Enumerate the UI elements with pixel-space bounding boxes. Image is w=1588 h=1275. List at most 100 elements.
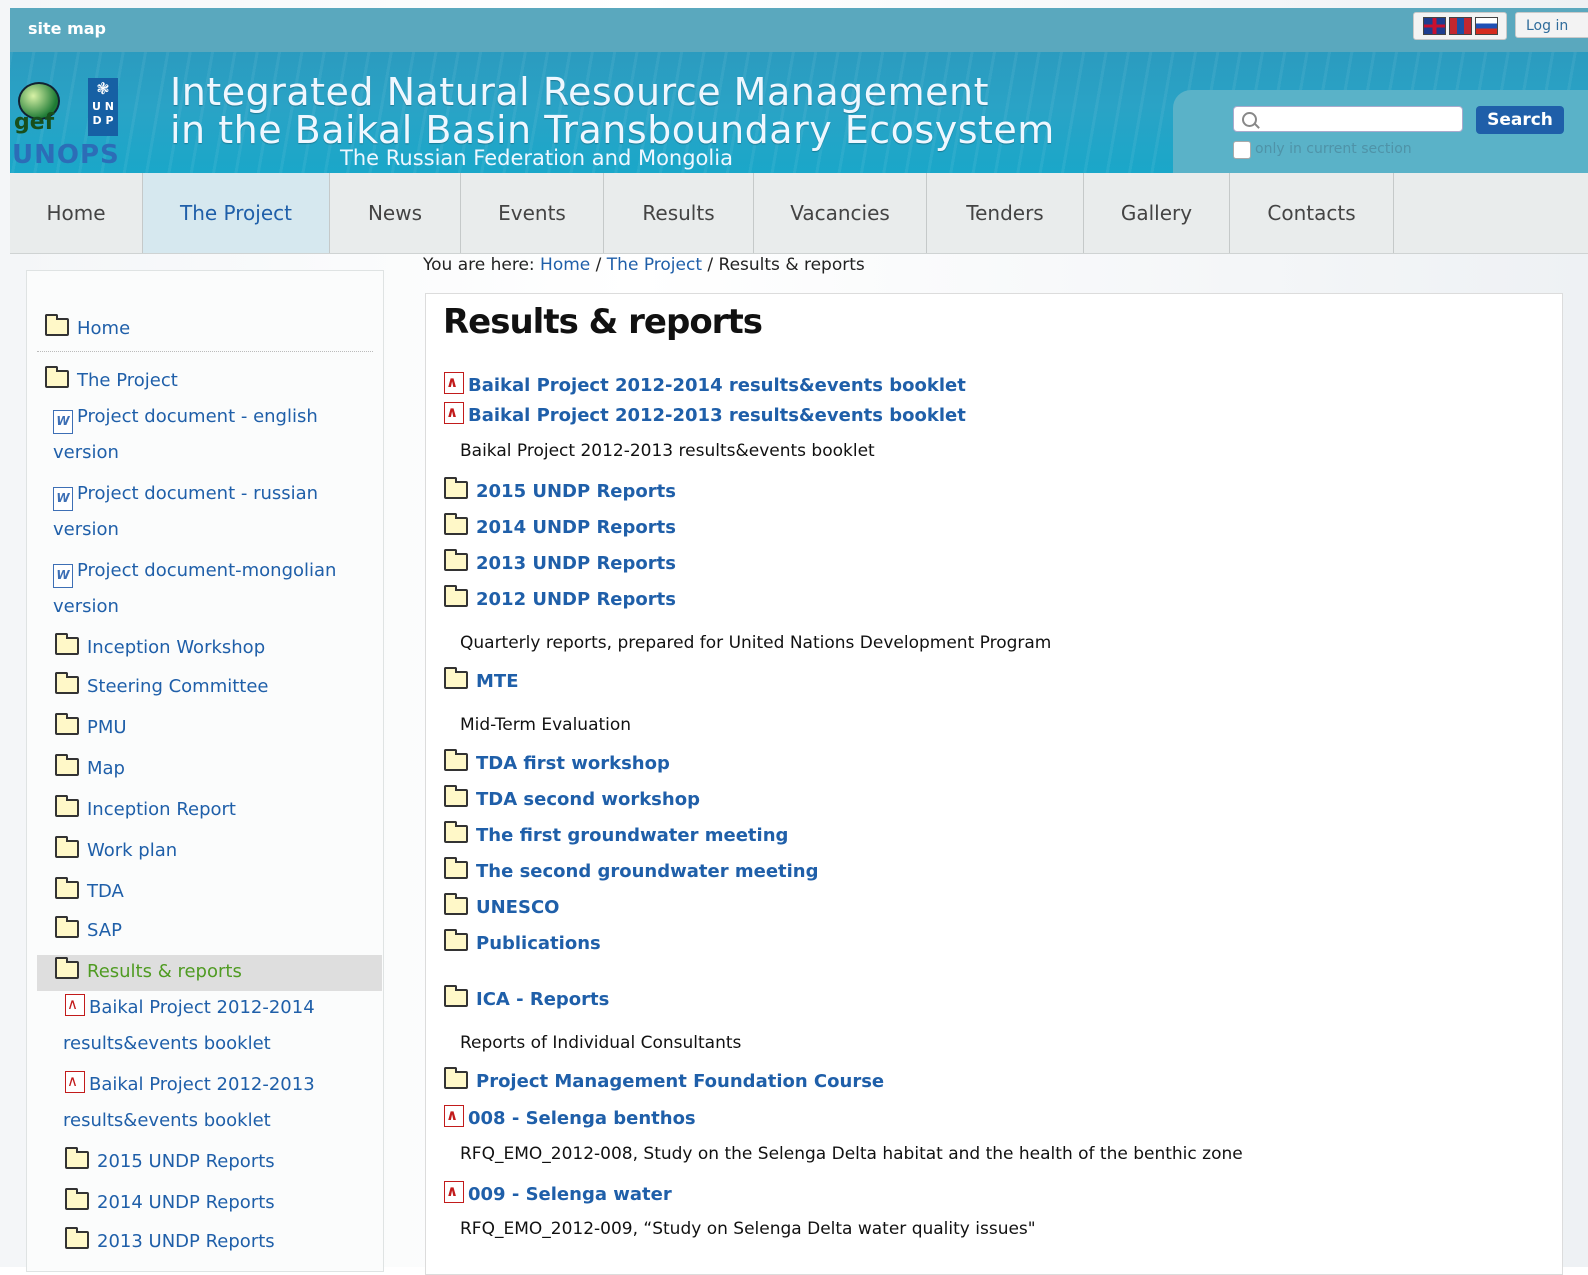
sidebar-item-booklet-2013[interactable]: Baikal Project 2012-2013 — [65, 1067, 315, 1103]
sidebar-item-label: Project document - english — [77, 406, 318, 427]
sidebar-item-doc-english-cont[interactable]: version — [53, 435, 119, 471]
tab-the-project[interactable]: The Project — [143, 173, 330, 253]
tab-gallery[interactable]: Gallery — [1084, 173, 1230, 253]
sidebar-item-doc-russian-cont[interactable]: version — [53, 512, 119, 548]
link-label: MTE — [476, 671, 519, 692]
link-label: Baikal Project 2012-2014 results&events … — [468, 375, 966, 396]
sidebar-item-label: Baikal Project 2012-2014 — [89, 997, 315, 1018]
folder-icon — [444, 549, 468, 571]
tab-news[interactable]: News — [330, 173, 461, 253]
pdf-icon — [444, 402, 464, 424]
file-008-selenga-benthos[interactable]: 008 - Selenga benthos — [444, 1105, 696, 1129]
tab-vacancies[interactable]: Vacancies — [754, 173, 927, 253]
sidebar-item-label: Baikal Project 2012-2013 — [89, 1074, 315, 1095]
sidebar-item-sap[interactable]: SAP — [55, 913, 122, 949]
booklet-2013-link[interactable]: Baikal Project 2012-2013 results&events … — [444, 402, 966, 426]
tab-tenders[interactable]: Tenders — [927, 173, 1084, 253]
sidebar-item-doc-mongolian[interactable]: W Project document-mongolian — [53, 553, 336, 589]
breadcrumb-home[interactable]: Home — [540, 255, 590, 275]
folder-2015-undp-reports[interactable]: 2015 UNDP Reports — [444, 477, 676, 502]
folder-icon — [444, 667, 468, 689]
link-label: ICA - Reports — [476, 989, 610, 1010]
folder-icon — [55, 672, 79, 694]
sidebar-item-doc-mongolian-cont[interactable]: version — [53, 589, 119, 625]
breadcrumb: You are here: Home / The Project / Resul… — [423, 255, 865, 275]
pdf-icon — [444, 372, 464, 394]
folder-publications[interactable]: Publications — [444, 929, 601, 954]
folder-icon — [45, 314, 69, 336]
link-label: Project Management Foundation Course — [476, 1071, 885, 1092]
folder-tda-first-workshop[interactable]: TDA first workshop — [444, 749, 670, 774]
sidebar-item-inception-workshop[interactable]: Inception Workshop — [55, 630, 265, 666]
undp-logo: ❃ U N D P — [88, 78, 118, 136]
folder-2014-undp-reports[interactable]: 2014 UNDP Reports — [444, 513, 676, 538]
link-label: 009 - Selenga water — [468, 1184, 672, 1205]
tab-contacts[interactable]: Contacts — [1230, 173, 1394, 253]
search-icon — [1242, 112, 1257, 127]
folder-second-groundwater-meeting[interactable]: The second groundwater meeting — [444, 857, 819, 882]
english-flag-icon[interactable] — [1422, 17, 1446, 35]
un-emblem-icon: ❃ — [96, 79, 110, 98]
sidebar-item-pmu[interactable]: PMU — [55, 710, 127, 746]
sidebar-item-home[interactable]: Home — [45, 311, 130, 347]
russian-flag-icon[interactable] — [1474, 17, 1498, 35]
sidebar-item-booklet-2014-cont[interactable]: results&events booklet — [63, 1026, 271, 1062]
top-bar: site map Log in — [10, 8, 1588, 52]
site-map-link[interactable]: site map — [28, 19, 106, 38]
sidebar-item-results-reports[interactable]: Results & reports — [55, 954, 242, 990]
folder-icon — [444, 1067, 468, 1089]
login-link[interactable]: Log in — [1515, 12, 1588, 38]
sidebar-item-map[interactable]: Map — [55, 751, 125, 787]
main-content: Results & reports Baikal Project 2012-20… — [425, 293, 1563, 1275]
sidebar-item-label: Project document-mongolian — [77, 560, 337, 581]
sidebar-item-doc-english[interactable]: W Project document - english — [53, 399, 318, 435]
language-selector — [1413, 12, 1507, 40]
sidebar-item-the-project[interactable]: The Project — [45, 363, 178, 399]
folder-mte[interactable]: MTE — [444, 667, 519, 692]
folder-project-management-course[interactable]: Project Management Foundation Course — [444, 1067, 885, 1092]
site-subtitle: The Russian Federation and Mongolia — [340, 146, 733, 170]
sidebar-item-doc-russian[interactable]: W Project document - russian — [53, 476, 318, 512]
folder-first-groundwater-meeting[interactable]: The first groundwater meeting — [444, 821, 788, 846]
mongolian-flag-icon[interactable] — [1448, 17, 1472, 35]
sidebar-item-2013-undp-reports[interactable]: 2013 UNDP Reports — [65, 1224, 275, 1260]
mte-description: Mid-Term Evaluation — [460, 715, 632, 735]
tab-home[interactable]: Home — [10, 173, 143, 253]
folder-icon — [65, 1227, 89, 1249]
sidebar-item-booklet-2014[interactable]: Baikal Project 2012-2014 — [65, 990, 315, 1026]
folder-icon — [444, 513, 468, 535]
sidebar-item-steering-committee[interactable]: Steering Committee — [55, 669, 269, 705]
sidebar-item-2014-undp-reports[interactable]: 2014 UNDP Reports — [65, 1185, 275, 1221]
only-current-section-checkbox[interactable] — [1233, 141, 1251, 159]
sidebar-item-2015-undp-reports[interactable]: 2015 UNDP Reports — [65, 1144, 275, 1180]
folder-ica-reports[interactable]: ICA - Reports — [444, 985, 610, 1010]
link-label: 008 - Selenga benthos — [468, 1108, 696, 1129]
tab-events[interactable]: Events — [461, 173, 604, 253]
sidebar-item-work-plan[interactable]: Work plan — [55, 833, 177, 869]
sidebar-item-inception-report[interactable]: Inception Report — [55, 792, 236, 828]
booklet-2014-link[interactable]: Baikal Project 2012-2014 results&events … — [444, 372, 966, 396]
folder-icon — [55, 877, 79, 899]
tab-results[interactable]: Results — [604, 173, 754, 253]
folder-tda-second-workshop[interactable]: TDA second workshop — [444, 785, 700, 810]
link-label: 2015 UNDP Reports — [476, 481, 676, 502]
sidebar-item-tda[interactable]: TDA — [55, 874, 124, 910]
breadcrumb-the-project[interactable]: The Project — [607, 255, 702, 275]
undp-logo-line1: U N — [92, 100, 114, 113]
sidebar-item-label: SAP — [87, 920, 122, 941]
folder-unesco[interactable]: UNESCO — [444, 893, 559, 918]
pdf-icon — [65, 994, 85, 1016]
pdf-icon — [444, 1105, 464, 1127]
folder-icon — [444, 585, 468, 607]
file-009-selenga-water[interactable]: 009 - Selenga water — [444, 1181, 672, 1205]
only-current-section-label: only in current section — [1255, 141, 1412, 157]
sidebar-item-label: Inception Report — [87, 799, 236, 820]
folder-2013-undp-reports[interactable]: 2013 UNDP Reports — [444, 549, 676, 574]
sidebar-item-label: 2015 UNDP Reports — [97, 1151, 275, 1172]
undp-logo-line2: D P — [92, 114, 114, 127]
search-input[interactable] — [1233, 106, 1463, 132]
sidebar-item-booklet-2013-cont[interactable]: results&events booklet — [63, 1103, 271, 1139]
search-button[interactable]: Search — [1476, 106, 1564, 134]
folder-icon — [444, 985, 468, 1007]
folder-2012-undp-reports[interactable]: 2012 UNDP Reports — [444, 585, 676, 610]
